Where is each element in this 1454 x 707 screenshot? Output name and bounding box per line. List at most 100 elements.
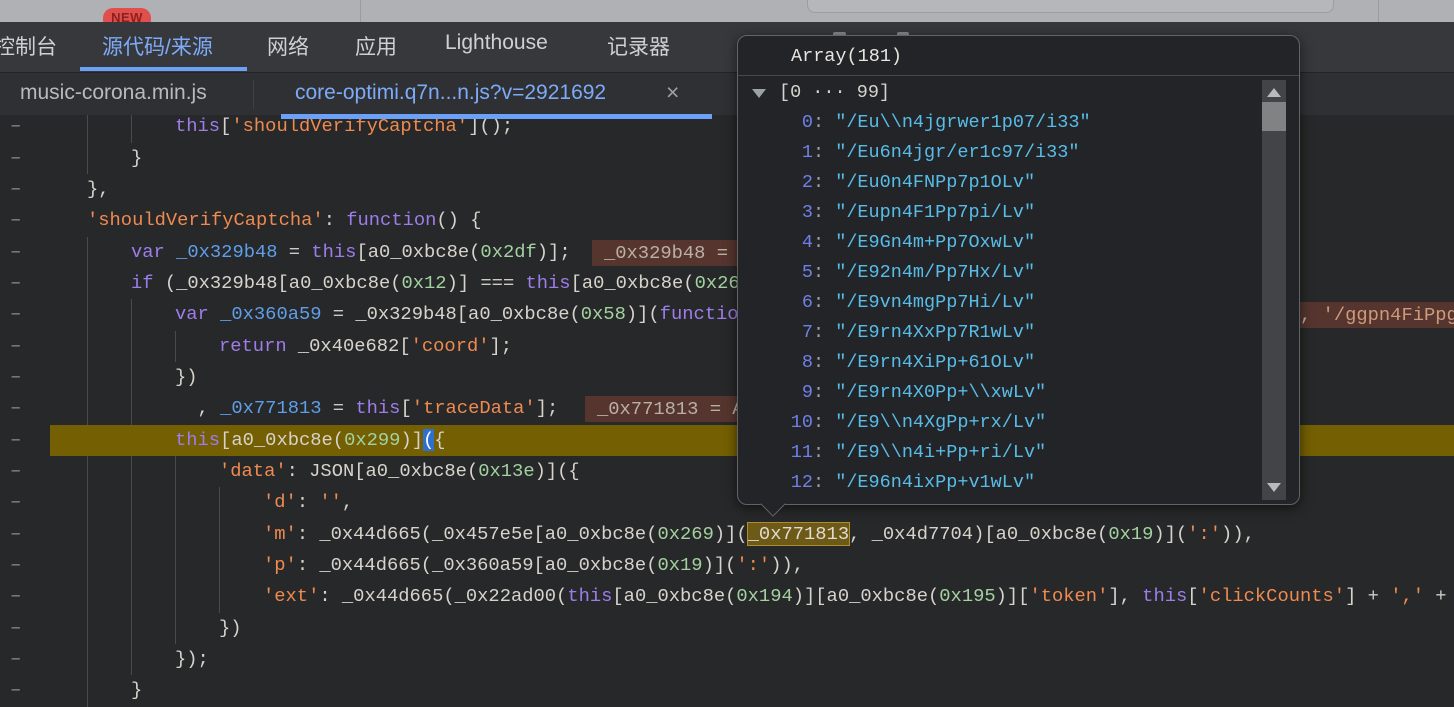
gutter-marker[interactable]: – — [10, 644, 21, 675]
indent-guide — [87, 268, 88, 299]
indent-guide — [175, 487, 176, 518]
gutter-marker[interactable]: – — [10, 425, 21, 456]
panel-tab-1[interactable]: 源代码/来源 — [102, 31, 213, 61]
indent-guide — [87, 644, 88, 675]
gutter-marker[interactable]: – — [10, 456, 21, 487]
code-line-13[interactable]: –'m': _0x44d665(_0x457e5e[a0_0xbc8e(0x26… — [0, 519, 1454, 550]
token-pl: , _0x4d7704)[a0_0xbc8e( — [849, 523, 1108, 545]
token-str: 'traceData' — [412, 397, 536, 419]
token-op: + — [1435, 585, 1446, 607]
array-range-row[interactable]: [0 ··· 99] — [738, 78, 1259, 108]
indent-guide — [131, 644, 132, 675]
array-item-3[interactable]: 3: "/Eupn4F1Pp7pi/Lv" — [738, 198, 1259, 228]
scroll-up-icon[interactable] — [1267, 88, 1281, 97]
gutter-marker[interactable]: – — [10, 268, 21, 299]
panel-tab-4[interactable]: Lighthouse — [445, 31, 548, 55]
page-input-box — [807, 0, 1334, 13]
gutter-marker[interactable]: – — [10, 174, 21, 205]
file-tab-0[interactable]: music-corona.min.js — [20, 81, 207, 105]
array-item-5[interactable]: 5: "/E92n4m/Pp7Hx/Lv" — [738, 258, 1259, 288]
indent-guide — [87, 237, 88, 268]
token-pl: [a0_0xbc8e( — [356, 241, 480, 263]
token-pl: }) — [175, 366, 198, 388]
strip-divider — [1378, 0, 1379, 22]
token-pl: : — [297, 491, 320, 513]
indent-guide — [87, 331, 88, 362]
gutter-marker[interactable]: – — [10, 237, 21, 268]
gutter-marker[interactable]: – — [10, 487, 21, 518]
gutter-marker[interactable]: – — [10, 519, 21, 550]
scroll-down-icon[interactable] — [1267, 483, 1281, 492]
gutter-marker[interactable]: – — [10, 393, 21, 424]
close-tab-icon[interactable]: × — [666, 79, 679, 106]
indent-guide — [87, 487, 88, 518]
token-str: '' — [319, 491, 342, 513]
token-pl: (_0x329b48[a0_0xbc8e( — [154, 272, 402, 294]
token-pl: )), — [1221, 523, 1255, 545]
array-item-10[interactable]: 10: "/E9\\n4XgPp+rx/Lv" — [738, 408, 1259, 438]
indent-guide — [87, 613, 88, 644]
token-pl: , — [175, 397, 220, 419]
array-item-6[interactable]: 6: "/E9vn4mgPp7Hi/Lv" — [738, 288, 1259, 318]
file-tab-1[interactable]: core-optimi.q7n...n.js?v=2921692 — [295, 81, 606, 105]
token-str: 'clickCounts' — [1199, 585, 1346, 607]
array-item-2[interactable]: 2: "/Eu0n4FNPp7p1OLv" — [738, 168, 1259, 198]
code-line-14[interactable]: –'p': _0x44d665(_0x360a59[a0_0xbc8e(0x19… — [0, 550, 1454, 581]
gutter-marker[interactable]: – — [10, 675, 21, 706]
token-pl: )]; — [537, 241, 571, 263]
token-pl: _0x40e682[ — [287, 335, 411, 357]
chevron-down-icon[interactable] — [752, 89, 766, 98]
array-item-1[interactable]: 1: "/Eu6n4jgr/er1c97/i33" — [738, 138, 1259, 168]
array-item-4[interactable]: 4: "/E9Gn4m+Pp7OxwLv" — [738, 228, 1259, 258]
panel-tab-0[interactable]: 控制台 — [0, 31, 57, 61]
page-top-strip — [0, 0, 1454, 22]
gutter-marker[interactable]: – — [10, 205, 21, 236]
panel-tab-2[interactable]: 网络 — [267, 31, 309, 61]
indent-guide — [175, 456, 176, 487]
token-pl: : _0x44d665(_0x22ad00( — [319, 585, 567, 607]
gutter-marker[interactable]: – — [10, 581, 21, 612]
popup-body: [0 ··· 99]0: "/Eu\\n4jgrwer1p07/i33"1: "… — [738, 78, 1259, 498]
gutter-marker[interactable]: – — [10, 299, 21, 330]
code-line-18[interactable]: –} — [0, 675, 1454, 706]
token-kw: this — [1142, 585, 1187, 607]
token-hl: _0x771813 — [748, 523, 849, 545]
panel-tab-5[interactable]: 记录器 — [607, 31, 670, 61]
token-pl: )]( — [1153, 523, 1187, 545]
popup-scrollbar[interactable] — [1262, 80, 1286, 500]
array-item-11[interactable]: 11: "/E9\\n4i+Pp+ri/Lv" — [738, 438, 1259, 468]
array-item-0[interactable]: 0: "/Eu\\n4jgrwer1p07/i33" — [738, 108, 1259, 138]
token-pl: ], — [1108, 585, 1142, 607]
gutter-marker[interactable]: – — [10, 143, 21, 174]
gutter-marker[interactable]: – — [10, 362, 21, 393]
scrollbar-thumb[interactable] — [1262, 102, 1286, 131]
array-item-7[interactable]: 7: "/E9rn4XxPp7R1wLv" — [738, 318, 1259, 348]
token-str: ':' — [736, 554, 770, 576]
token-str: 'shouldVerifyCaptcha' — [87, 209, 324, 231]
gutter-marker[interactable]: – — [10, 111, 21, 142]
strip-divider — [360, 0, 361, 22]
token-def: _0x360a59 — [220, 303, 321, 325]
code-line-15[interactable]: –'ext': _0x44d665(_0x22ad00(this[a0_0xbc… — [0, 581, 1454, 612]
array-item-9[interactable]: 9: "/E9rn4X0Pp+\\xwLv" — [738, 378, 1259, 408]
token-num: 0x13e — [478, 460, 534, 482]
indent-guide — [87, 393, 88, 424]
code-line-17[interactable]: –}); — [0, 644, 1454, 675]
array-item-12[interactable]: 12: "/E96n4ixPp+v1wLv" — [738, 468, 1259, 498]
token-pl: , — [342, 491, 353, 513]
indent-guide — [131, 581, 132, 612]
indent-guide — [131, 331, 132, 362]
indent-guide — [131, 519, 132, 550]
token-pl: [ — [220, 115, 231, 137]
panel-tab-3[interactable]: 应用 — [355, 31, 397, 61]
token-pl: [a0_0xbc8e( — [571, 272, 695, 294]
gutter-marker[interactable]: – — [10, 550, 21, 581]
gutter-marker[interactable]: – — [10, 613, 21, 644]
token-pl: : — [324, 209, 347, 231]
array-item-8[interactable]: 8: "/E9rn4XiPp+61OLv" — [738, 348, 1259, 378]
token-pl: )][ — [996, 585, 1030, 607]
token-num: 0x194 — [736, 585, 792, 607]
code-line-16[interactable]: –}) — [0, 613, 1454, 644]
object-preview-popup: Array(181) [0 ··· 99]0: "/Eu\\n4jgrwer1p… — [737, 35, 1300, 505]
gutter-marker[interactable]: – — [10, 331, 21, 362]
